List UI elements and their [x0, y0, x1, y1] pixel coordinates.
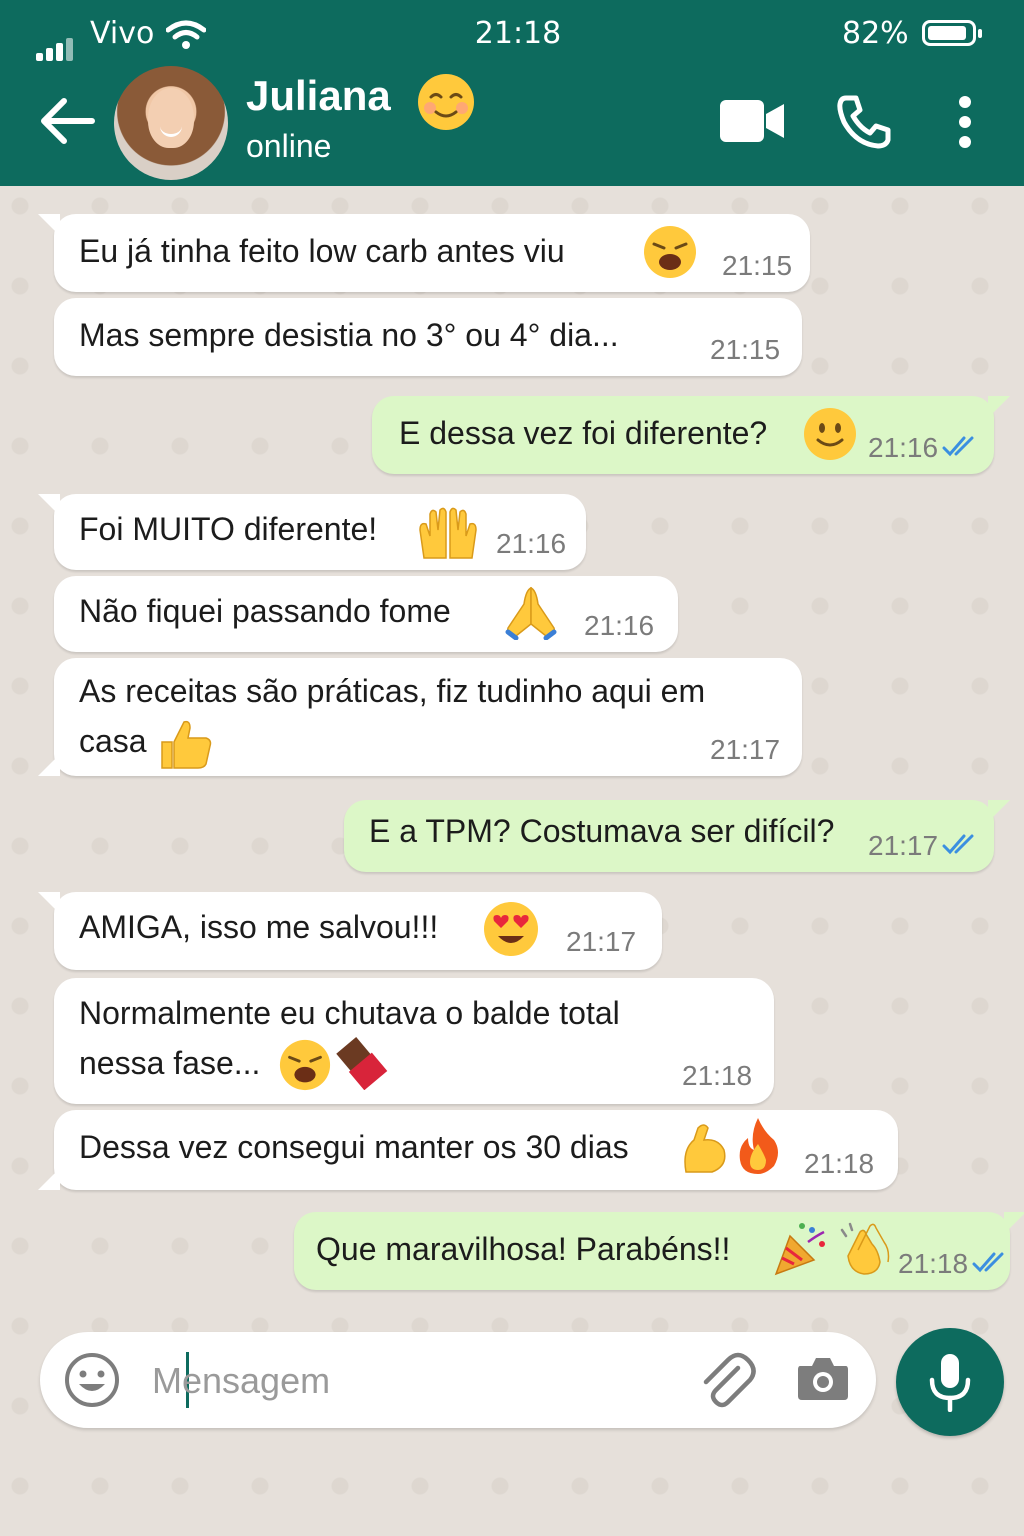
weary-face-emoji-icon [279, 1039, 331, 1091]
emoji-icon[interactable] [64, 1352, 120, 1408]
video-call-icon[interactable] [720, 100, 786, 142]
message-input-bar [40, 1332, 876, 1428]
party-popper-emoji-icon [774, 1223, 825, 1276]
message-time: 21:18 [898, 1248, 969, 1279]
camera-icon[interactable] [796, 1354, 850, 1402]
raising-hands-emoji-icon [419, 507, 477, 559]
read-ticks-icon [972, 1252, 1004, 1273]
message-time: 21:18 [804, 1148, 875, 1179]
message-bubble[interactable]: Dessa vez consegui manter os 30 dias 21:… [38, 1110, 898, 1190]
avatar[interactable] [114, 66, 228, 180]
battery-icon [922, 20, 982, 46]
smiling-face-emoji-icon [418, 74, 474, 130]
contact-status: online [246, 128, 332, 164]
message-text: As receitas são práticas, fiz tudinho aq… [79, 673, 706, 709]
message-text: Dessa vez consegui manter os 30 dias [79, 1129, 629, 1165]
attach-icon[interactable] [698, 1352, 756, 1410]
back-arrow-icon[interactable] [38, 96, 96, 146]
message-text: Que maravilhosa! Parabéns!! [316, 1231, 731, 1267]
heart-eyes-emoji-icon [484, 902, 538, 956]
message-bubble[interactable]: E a TPM? Costumava ser difícil? 21:17 [344, 800, 1010, 872]
message-text-line2: casa [79, 723, 147, 759]
message-time: 21:16 [584, 610, 655, 641]
contact-name[interactable]: Juliana [246, 72, 391, 120]
mic-icon [929, 1354, 971, 1412]
message-bubble[interactable]: Foi MUITO diferente! 21:16 [38, 494, 586, 570]
message-bubble[interactable]: As receitas são práticas, fiz tudinho aq… [38, 658, 802, 776]
message-time: 21:16 [496, 528, 567, 559]
message-time: 21:15 [710, 334, 781, 365]
message-text: Mas sempre desistia no 3° ou 4° dia... [79, 317, 619, 353]
more-options-icon[interactable] [955, 96, 975, 148]
weary-face-emoji-icon [644, 226, 696, 278]
message-time: 21:17 [566, 926, 637, 957]
slightly-smiling-face-emoji-icon [804, 408, 856, 460]
phone-icon[interactable] [836, 94, 892, 150]
message-text: E a TPM? Costumava ser difícil? [369, 813, 835, 849]
flexed-biceps-emoji-icon [684, 1124, 726, 1173]
message-bubble[interactable]: Eu já tinha feito low carb antes viu 21:… [38, 214, 810, 292]
message-bubble[interactable]: Mas sempre desistia no 3° ou 4° dia... 2… [54, 298, 802, 376]
chat-header: Vivo 21:18 82% Juliana online [0, 0, 1024, 186]
read-ticks-icon [942, 436, 974, 457]
message-input[interactable] [150, 1352, 674, 1410]
message-text-line2: nessa fase... [79, 1045, 261, 1081]
message-text: E dessa vez foi diferente? [399, 415, 768, 451]
message-time: 21:17 [868, 830, 939, 861]
message-time: 21:16 [868, 432, 939, 463]
message-bubble[interactable]: Normalmente eu chutava o balde total nes… [54, 978, 774, 1104]
clapping-hands-emoji-icon [840, 1222, 890, 1275]
message-bubble[interactable]: AMIGA, isso me salvou!!! 21:17 [38, 892, 662, 970]
folded-hands-emoji-icon [505, 586, 557, 640]
mic-button[interactable] [896, 1328, 1004, 1436]
message-text: Normalmente eu chutava o balde total [79, 995, 620, 1031]
thumbs-up-emoji-icon [161, 720, 212, 769]
message-text: AMIGA, isso me salvou!!! [79, 909, 439, 945]
message-time: 21:18 [682, 1060, 753, 1091]
message-bubble[interactable]: Não fiquei passando fome 21:16 [54, 576, 678, 652]
status-bar: Vivo 21:18 82% [0, 16, 1024, 61]
message-time: 21:15 [722, 250, 793, 281]
message-text: Foi MUITO diferente! [79, 511, 378, 547]
fire-emoji-icon [739, 1118, 778, 1174]
message-time: 21:17 [710, 734, 781, 765]
message-bubble[interactable]: Que maravilhosa! Parabéns!! 21:18 [294, 1212, 1024, 1290]
message-bubble[interactable]: E dessa vez foi diferente? 21:16 [372, 396, 1010, 474]
message-text: Não fiquei passando fome [79, 593, 451, 629]
read-ticks-icon [942, 834, 974, 855]
battery-percent: 82% [842, 16, 909, 51]
chocolate-bar-emoji-icon [336, 1037, 388, 1090]
message-text: Eu já tinha feito low carb antes viu [79, 233, 565, 269]
